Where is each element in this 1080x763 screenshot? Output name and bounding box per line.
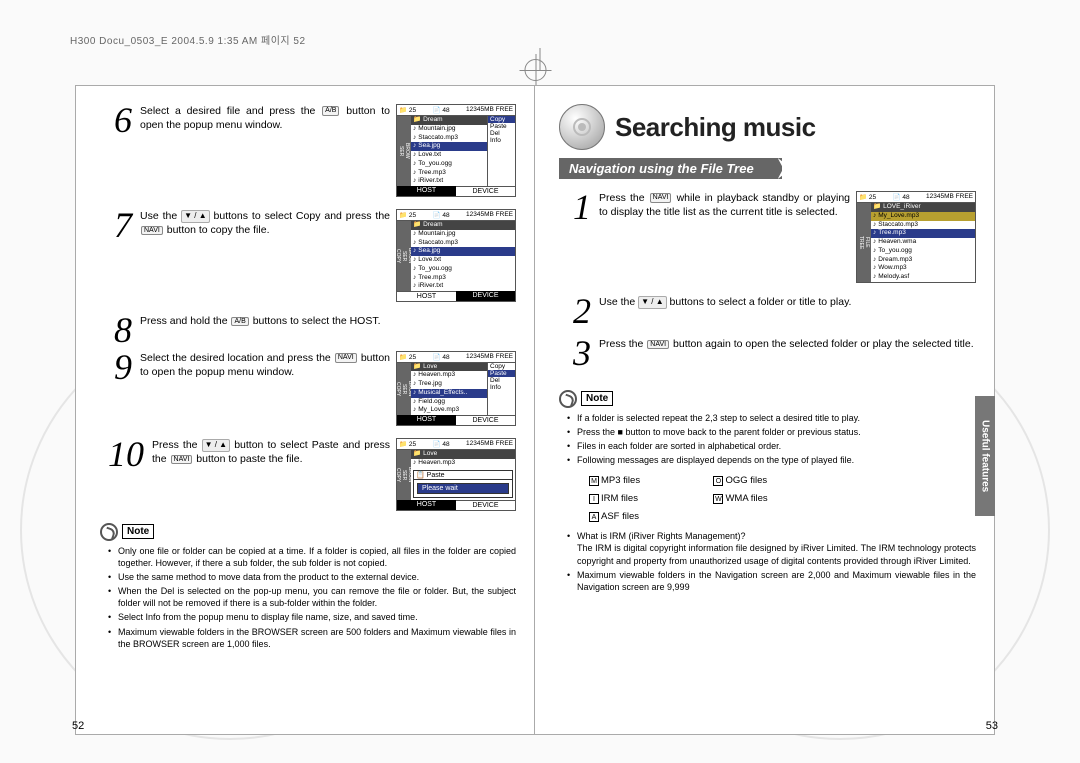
step-text: Press the ▼ / ▲ button to select Paste a… [152, 438, 390, 466]
note-item: Maximum viewable folders in the Navigati… [571, 569, 976, 593]
step-10: 10 Press the ▼ / ▲ button to select Past… [100, 438, 516, 513]
crop-mark-top [535, 48, 546, 81]
screenshot-1r: 📁 25📄 4812345MB FREE FILETREE 📁LOVE_iRiv… [856, 191, 976, 285]
note-item: When the Del is selected on the pop-up m… [112, 585, 516, 609]
step-num: 8 [100, 314, 132, 346]
title-icon [559, 104, 605, 150]
screenshot-10: 📁 25📄 4812345MB FREE BROWSERCOPY 📁Love ♪… [396, 438, 516, 513]
step-text: Use the ▼ / ▲ buttons to select Copy and… [140, 209, 390, 237]
note-item: Use the same method to move data from th… [112, 571, 516, 583]
step-3r: 3 Press the NAVI button again to open th… [559, 337, 976, 369]
arrow-buttons: ▼ / ▲ [202, 439, 231, 452]
page-title-row: Searching music [559, 104, 976, 150]
step-num: 10 [100, 438, 144, 513]
note-label: Note [122, 524, 154, 539]
print-header: H300 Docu_0503_E 2004.5.9 1:35 AM 페이지 52 [70, 32, 306, 47]
screenshot-6: 📁 25📄 4812345MB FREE BROWSER 📁Dream♪Moun… [396, 104, 516, 199]
note-box-right: Note If a folder is selected repeat the … [559, 390, 976, 593]
step-9: 9 Select the desired location and press … [100, 351, 516, 429]
step-num: 1 [559, 191, 591, 285]
note-item: Following messages are displayed depends… [571, 454, 976, 466]
step-text: Press the NAVI while in playback standby… [599, 191, 850, 219]
arrow-buttons: ▼ / ▲ [181, 210, 210, 223]
step-text: Use the ▼ / ▲ buttons to select a folder… [599, 295, 976, 327]
note-item: Select Info from the popup menu to displ… [112, 611, 516, 623]
note-item: Press the ■ button to move back to the p… [571, 426, 976, 438]
note-box-left: Note Only one file or folder can be copi… [100, 523, 516, 650]
step-num: 9 [100, 351, 132, 429]
ab-button-label: A/B [322, 106, 339, 116]
navi-button-label: NAVI [650, 193, 672, 203]
step-8: 8 Press and hold the A/B buttons to sele… [100, 314, 516, 346]
note-item: Files in each folder are sorted in alpha… [571, 440, 976, 452]
page-right: Searching music Navigation using the Fil… [535, 85, 995, 735]
note-list-left: Only one file or folder can be copied at… [100, 545, 516, 650]
step-num: 7 [100, 209, 132, 304]
step-6: 6 Select a desired file and press the A/… [100, 104, 516, 199]
navi-button-label: NAVI [141, 226, 163, 236]
step-num: 3 [559, 337, 591, 369]
step-num: 6 [100, 104, 132, 199]
ab-button-label: A/B [231, 317, 248, 327]
page-spread: 6 Select a desired file and press the A/… [75, 85, 995, 735]
page-title: Searching music [615, 112, 816, 143]
navi-button-label: NAVI [171, 455, 193, 465]
page-number-right: 53 [986, 720, 998, 732]
note-icon [100, 523, 118, 541]
note-label: Note [581, 391, 613, 406]
note-icon [559, 390, 577, 408]
step-text: Press the NAVI button again to open the … [599, 337, 976, 369]
note-item: Maximum viewable folders in the BROWSER … [112, 626, 516, 650]
arrow-buttons: ▼ / ▲ [638, 296, 667, 309]
page-number-left: 52 [72, 720, 84, 732]
step-text: Select a desired file and press the A/B … [140, 104, 390, 132]
note-list-right-b: What is IRM (iRiver Rights Management)?T… [559, 530, 976, 593]
note-item: What is IRM (iRiver Rights Management)?T… [571, 530, 976, 566]
navi-button-label: NAVI [335, 353, 357, 363]
screenshot-7: 📁 25📄 4812345MB FREE BROWSERCOPY 📁Dream♪… [396, 209, 516, 304]
step-7: 7 Use the ▼ / ▲ buttons to select Copy a… [100, 209, 516, 304]
screenshot-9: 📁 25📄 4812345MB FREE BROWSERCOPY 📁Love♪H… [396, 351, 516, 429]
step-num: 2 [559, 295, 591, 327]
step-text: Press and hold the A/B buttons to select… [140, 314, 516, 346]
step-1r: 1 Press the NAVI while in playback stand… [559, 191, 976, 285]
side-tab: Useful features [975, 396, 995, 516]
note-list-right-a: If a folder is selected repeat the 2,3 s… [559, 412, 976, 467]
note-item: Only one file or folder can be copied at… [112, 545, 516, 569]
navi-button-label: NAVI [647, 340, 669, 350]
step-text: Select the desired location and press th… [140, 351, 390, 379]
section-heading: Navigation using the File Tree [559, 158, 782, 179]
page-left: 6 Select a desired file and press the A/… [75, 85, 535, 735]
note-item: If a folder is selected repeat the 2,3 s… [571, 412, 976, 424]
step-2r: 2 Use the ▼ / ▲ buttons to select a fold… [559, 295, 976, 327]
file-type-legend: MMP3 files OOGG files IIRM files WWMA fi… [559, 470, 976, 524]
